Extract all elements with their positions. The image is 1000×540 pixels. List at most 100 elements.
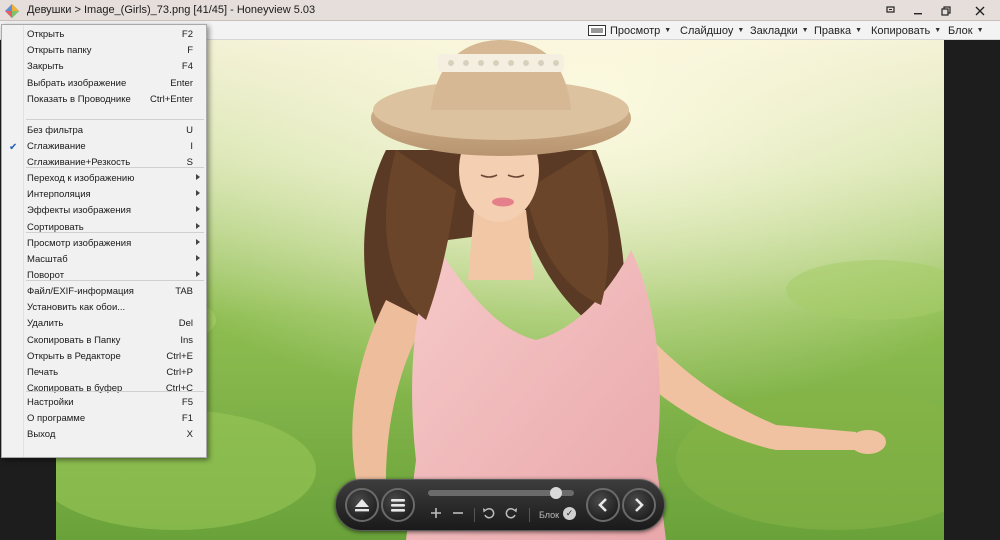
menu-item[interactable]: Просмотр изображения [2, 236, 206, 252]
rotate-left-icon [483, 507, 495, 519]
menu-item[interactable]: Установить как обои... [2, 300, 206, 316]
menu-item-shortcut: Ctrl+Enter [149, 93, 193, 105]
lock-menu-button[interactable]: Блок ▼ [948, 21, 984, 40]
hamburger-icon [391, 498, 405, 512]
close-button[interactable] [960, 0, 1000, 21]
edit-menu-button[interactable]: Правка ▼ [814, 21, 862, 40]
menu-item[interactable]: Интерполяция [2, 187, 206, 203]
next-image-button[interactable] [622, 488, 656, 522]
minus-icon [453, 512, 463, 514]
menu-item-label: Эффекты изображения [27, 205, 132, 217]
menu-item-shortcut: Ins [180, 334, 193, 346]
menu-item-label: Сглаживание [27, 141, 86, 153]
menu-item-shortcut: Del [178, 318, 193, 330]
dropdown-arrow-icon: ▼ [855, 27, 863, 34]
menu-item[interactable]: Без фильтра U [2, 123, 206, 139]
menu-item-label: Настройки [27, 397, 74, 408]
lock-menu-label: Блок [948, 24, 973, 37]
slideshow-menu-button[interactable]: Слайдшоу ▼ [680, 21, 744, 40]
menu-item[interactable]: Эффекты изображения [2, 203, 206, 219]
zoom-in-button[interactable] [430, 506, 442, 522]
main-menu-button[interactable] [381, 488, 415, 522]
menu-item-label: Файл/EXIF-информация [27, 286, 134, 297]
menu-item[interactable]: Открыть в Редакторе Ctrl+E [2, 349, 206, 365]
menu-item[interactable]: Сглаживание+Резкость S [2, 155, 206, 171]
monitor-icon [588, 25, 606, 36]
menu-item[interactable]: Показать в Проводнике Ctrl+Enter [2, 92, 206, 108]
menu-item-label: Открыть [27, 29, 65, 40]
dropdown-arrow-icon: ▼ [934, 27, 942, 34]
menu-item[interactable]: Поворот [2, 268, 206, 284]
menu-item[interactable]: Выход X [2, 427, 206, 443]
context-menu: Открыть F2 Открыть папку F Закрыть F4 Выбрать … [1, 24, 207, 458]
menu-item-shortcut: I [190, 141, 193, 153]
menu-item-label: Сортировать [27, 221, 84, 233]
plus-icon [431, 508, 441, 518]
toolbar-divider [529, 508, 530, 522]
submenu-arrow-icon [196, 255, 200, 262]
copy-menu-button[interactable]: Копировать ▼ [871, 21, 941, 40]
menu-item[interactable]: Печать Ctrl+P [2, 365, 206, 381]
rotate-right-button[interactable] [505, 506, 518, 522]
view-menu-label: Просмотр [610, 24, 661, 37]
menu-item-label: Показать в Проводнике [27, 93, 131, 105]
menu-item-label: Масштаб [27, 254, 68, 266]
zoom-out-button[interactable] [452, 506, 464, 522]
checkmark-icon: ✔ [9, 142, 18, 154]
menu-item-label: Установить как обои... [27, 302, 126, 314]
menu-item-shortcut: F1 [181, 413, 193, 425]
menu-item[interactable]: Открыть F2 [2, 27, 206, 43]
submenu-arrow-icon [196, 222, 200, 229]
copy-menu-label: Копировать [871, 24, 931, 37]
menu-item-shortcut: F5 [181, 397, 193, 408]
submenu-arrow-icon [196, 271, 200, 278]
view-menu-button[interactable]: Просмотр ▼ [588, 21, 671, 40]
menu-item-shortcut: F4 [181, 61, 193, 73]
control-bar: Блок ✓ [335, 479, 665, 531]
pin-icon[interactable] [876, 0, 904, 21]
chevron-right-icon [635, 498, 644, 512]
rotate-right-icon [505, 507, 517, 519]
menu-item[interactable]: Скопировать в Папку Ins [2, 333, 206, 349]
minimize-button[interactable] [904, 0, 932, 21]
eject-button[interactable] [345, 488, 379, 522]
title-bar: Девушки > Image_(Girls)_73.png [41/45] -… [0, 0, 1000, 21]
edit-menu-label: Правка [814, 24, 852, 37]
bookmarks-menu-button[interactable]: Закладки ▼ [750, 21, 809, 40]
bookmarks-menu-label: Закладки [750, 24, 798, 37]
menu-item[interactable]: Удалить Del [2, 316, 206, 332]
menu-item-label: Открыть в Редакторе [27, 350, 121, 362]
menu-item-label: Печать [27, 367, 59, 378]
slideshow-menu-label: Слайдшоу [680, 24, 734, 37]
menu-item[interactable]: О программе F1 [2, 411, 206, 427]
menu-item[interactable]: Настройки F5 [2, 395, 206, 411]
lock-toggle-label[interactable]: Блок [539, 510, 559, 520]
submenu-arrow-icon [196, 206, 200, 213]
menu-item-label: Удалить [27, 318, 64, 330]
menu-item[interactable]: Файл/EXIF-информация TAB [2, 284, 206, 300]
rotate-left-button[interactable] [482, 506, 495, 522]
menu-item[interactable]: Сортировать [2, 220, 206, 236]
dropdown-arrow-icon: ▼ [737, 27, 745, 34]
menu-item[interactable]: ✔ Сглаживание I [2, 139, 206, 155]
check-circle-icon[interactable]: ✓ [563, 507, 576, 520]
previous-image-button[interactable] [586, 488, 620, 522]
menu-item-shortcut: TAB [175, 286, 193, 297]
menu-item[interactable]: Выбрать изображение Enter [2, 76, 206, 92]
slider-thumb[interactable] [550, 487, 563, 499]
honeyview-window: Девушки > Image_(Girls)_73.png [41/45] -… [0, 0, 1000, 540]
restore-button[interactable] [932, 0, 960, 21]
honeyview-app-icon[interactable] [4, 3, 20, 19]
image-position-slider[interactable] [428, 487, 574, 499]
menu-item-shortcut: F [187, 45, 193, 57]
menu-item[interactable]: Открыть папку F [2, 43, 206, 59]
dropdown-arrow-icon: ▼ [664, 27, 672, 34]
menu-item-label: Открыть папку [27, 45, 92, 57]
menu-item[interactable]: Переход к изображению [2, 171, 206, 187]
menu-item-label: О программе [27, 413, 86, 425]
menu-item[interactable]: Закрыть F4 [2, 59, 206, 75]
menu-item-label: Выбрать изображение [27, 77, 127, 89]
menu-item-shortcut: U [186, 125, 193, 136]
menu-item[interactable]: Масштаб [2, 252, 206, 268]
menu-item-shortcut: Ctrl+E [166, 350, 193, 362]
